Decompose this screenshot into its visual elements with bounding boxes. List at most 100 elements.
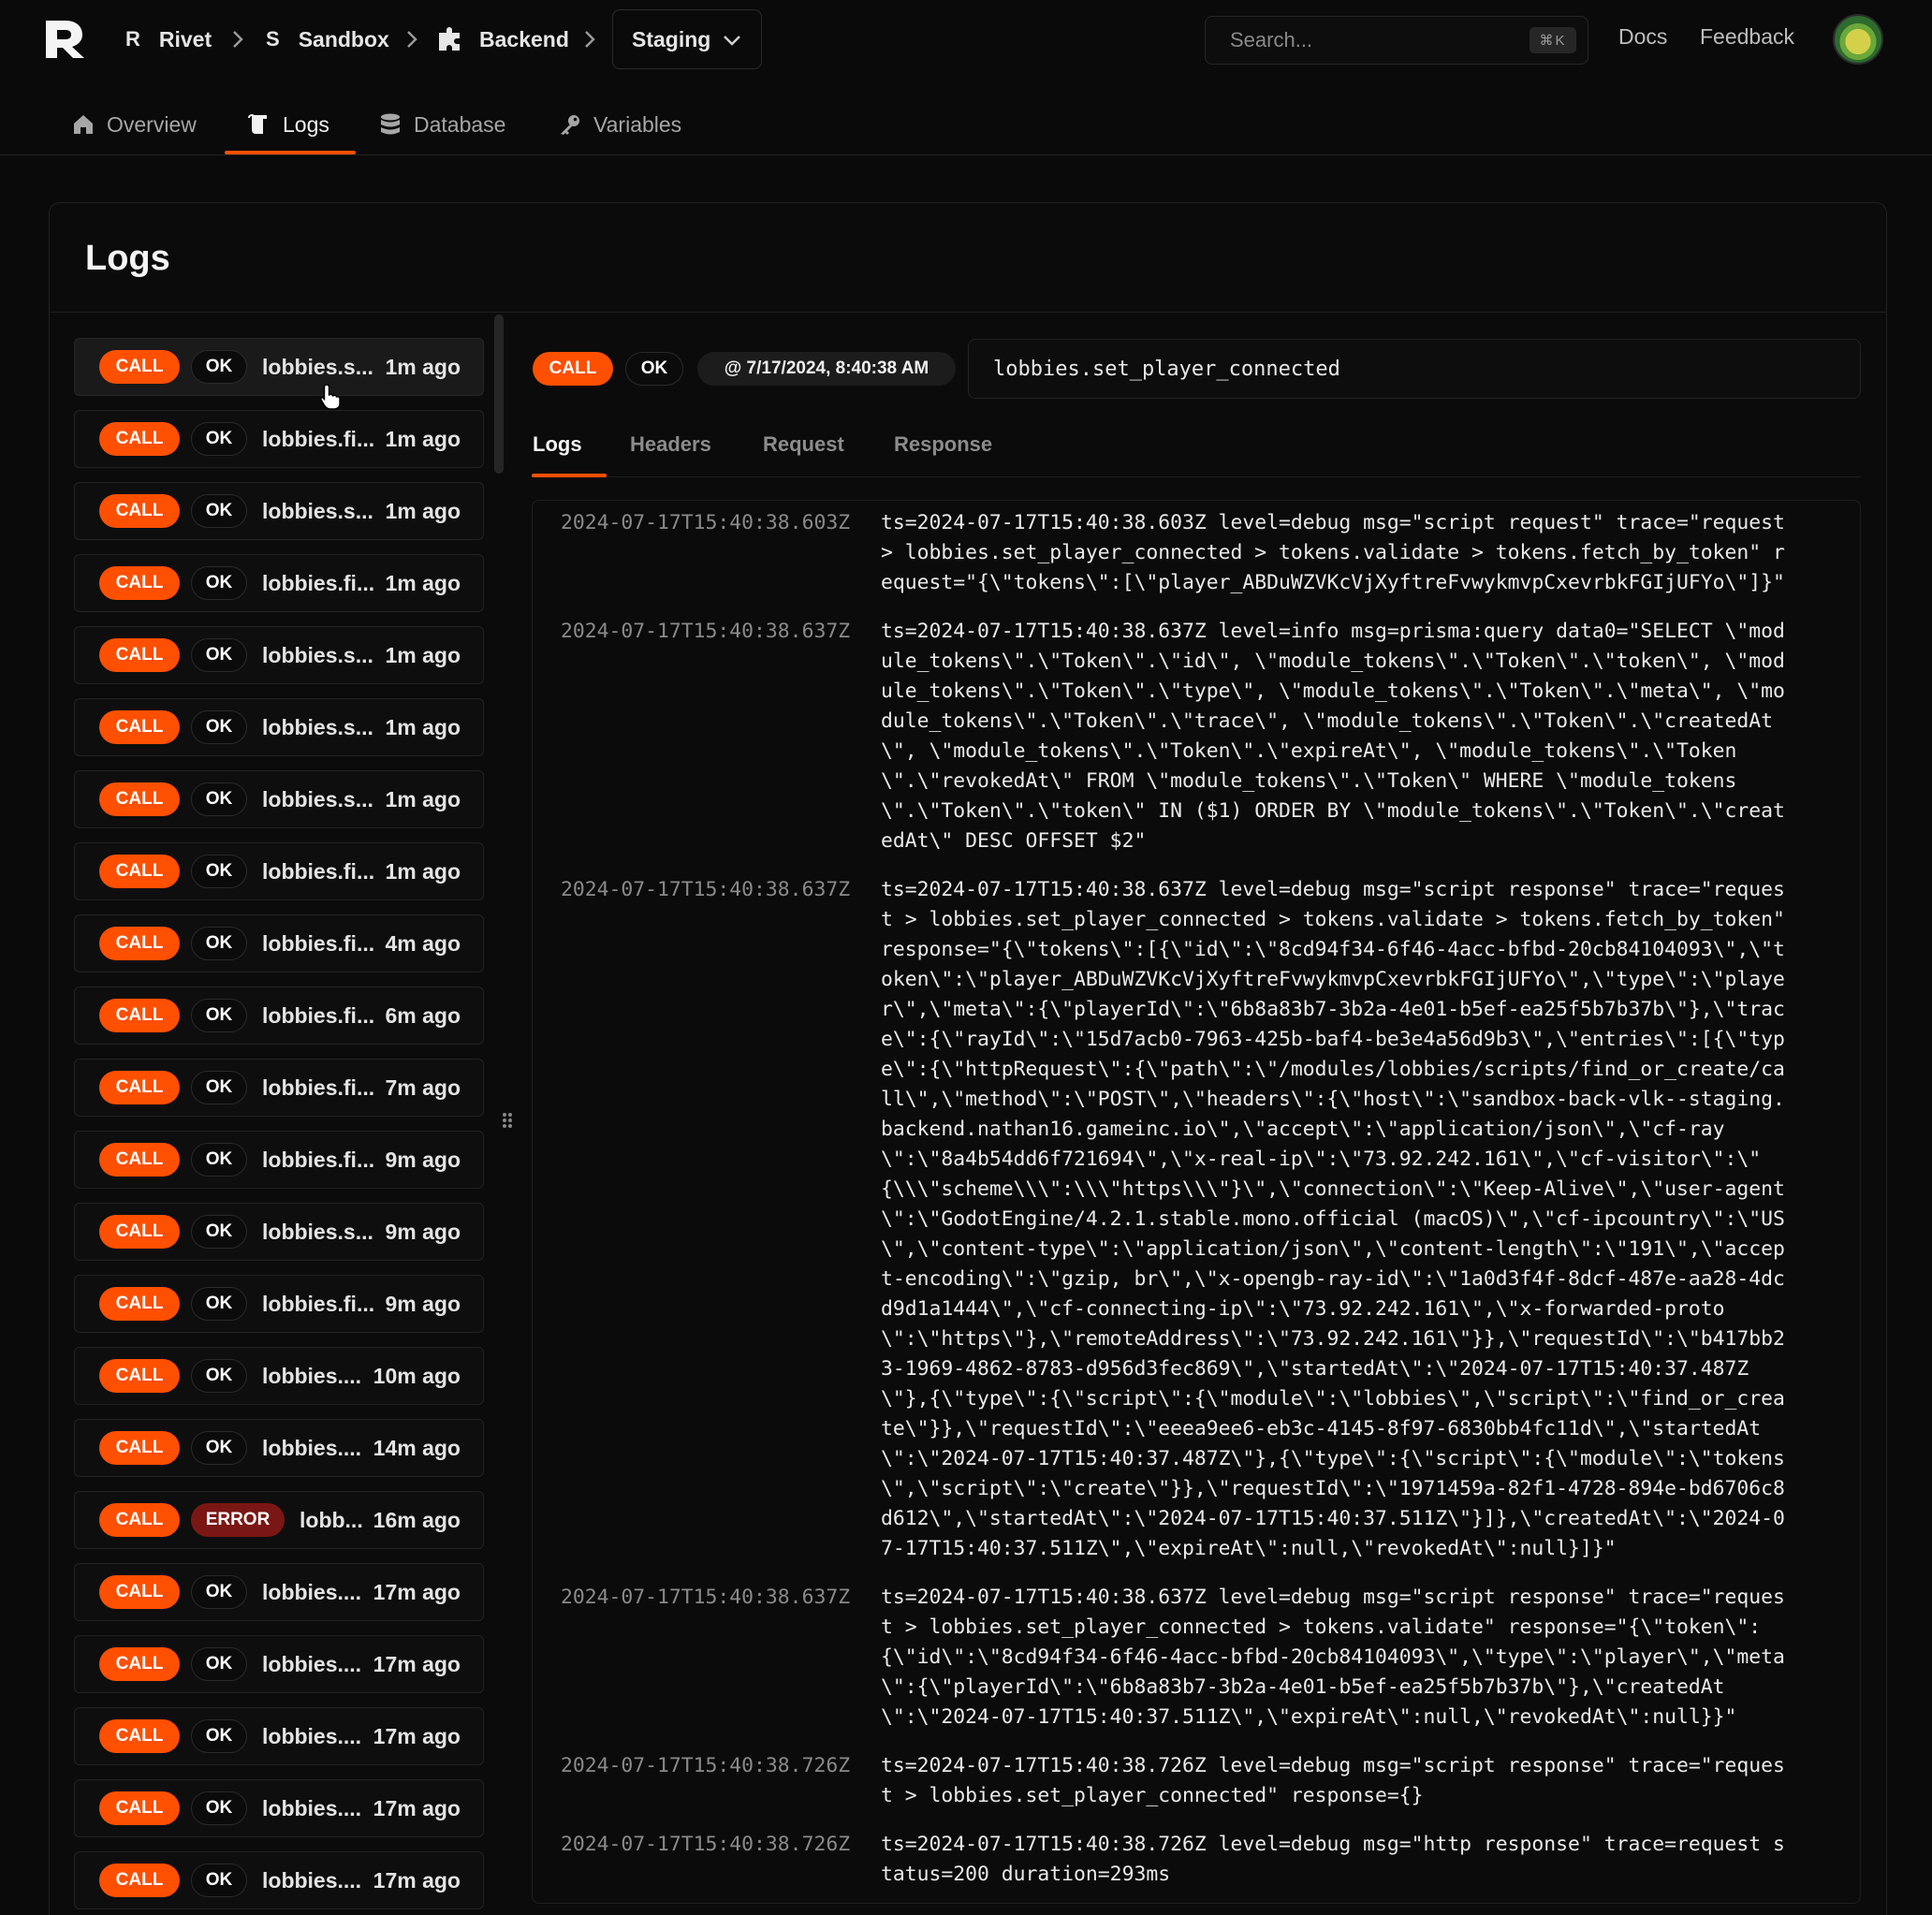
ok-badge: OK bbox=[191, 494, 247, 528]
list-scrollbar[interactable] bbox=[494, 314, 504, 474]
call-badge: CALL bbox=[99, 855, 180, 888]
log-message-line: oken\":\"player_ABDuWZVKcVjXyftreFvwykmv… bbox=[881, 968, 1785, 991]
log-function-name: lobbies.fi... bbox=[262, 858, 375, 884]
search-placeholder: Search... bbox=[1230, 28, 1313, 51]
log-list-item[interactable]: CALL OK lobbies.... 17m ago bbox=[74, 1635, 484, 1693]
log-list-item[interactable]: CALL OK lobbies.... 14m ago bbox=[74, 1419, 484, 1477]
log-message-line: {\"id\":\"8cd94f34-6f46-4acc-bfbd-20cb84… bbox=[881, 1645, 1785, 1669]
search-input[interactable]: Search... ⌘K bbox=[1205, 16, 1588, 65]
detail-timestamp-badge: @ 7/17/2024, 8:40:38 AM bbox=[697, 352, 956, 386]
ok-badge: OK bbox=[191, 422, 247, 456]
log-message-line: 7-17T15:40:37.511Z\",\"expireAt\":null,\… bbox=[881, 1537, 1617, 1560]
log-list-item[interactable]: CALL OK lobbies.... 17m ago bbox=[74, 1707, 484, 1765]
breadcrumb-org[interactable]: R Rivet bbox=[125, 21, 212, 58]
log-message-line: \"},{\"type\":{\"script\":{\"module\":\"… bbox=[881, 1387, 1785, 1411]
log-list-item[interactable]: CALL OK lobbies.... 17m ago bbox=[74, 1851, 484, 1909]
log-list-item[interactable]: CALL OK lobbies.fi... 6m ago bbox=[74, 987, 484, 1045]
tab-variables-label: Variables bbox=[593, 111, 682, 137]
log-message-line: \",\"script\":\"create\"}},\"requestId\"… bbox=[881, 1477, 1785, 1500]
log-time: 17m ago bbox=[373, 1795, 461, 1820]
log-list-item[interactable]: CALL OK lobbies.fi... 1m ago bbox=[74, 410, 484, 468]
log-list-item[interactable]: CALL OK lobbies.... 10m ago bbox=[74, 1347, 484, 1405]
log-entry-message: ts=2024-07-17T15:40:38.726Z level=debug … bbox=[881, 1830, 1836, 1890]
log-output[interactable]: 2024-07-17T15:40:38.603Z ts=2024-07-17T15… bbox=[532, 500, 1861, 1904]
breadcrumb-project[interactable]: S Sandbox bbox=[266, 21, 389, 58]
detail-type-badge: CALL bbox=[533, 352, 613, 386]
tab-detail-headers[interactable]: Headers bbox=[630, 432, 711, 457]
log-message-line: backend.nathan16.gameinc.io\",\"accept\"… bbox=[881, 1118, 1725, 1141]
log-message-line: \", \"module_tokens\".\"Token\".\"expire… bbox=[881, 739, 1737, 763]
ok-badge: OK bbox=[191, 1287, 247, 1321]
logs-icon bbox=[248, 114, 267, 134]
log-entry-message: ts=2024-07-17T15:40:38.637Z level=debug … bbox=[881, 875, 1836, 1564]
tab-variables[interactable]: Variables bbox=[558, 110, 681, 139]
log-list-item[interactable]: CALL ERROR lobb... 16m ago bbox=[74, 1491, 484, 1549]
ok-badge: OK bbox=[191, 1719, 247, 1753]
tab-detail-logs[interactable]: Logs bbox=[533, 432, 582, 457]
log-message-line: \":\"2024-07-17T15:40:37.487Z\"},{\"type… bbox=[881, 1447, 1785, 1470]
ok-badge: OK bbox=[191, 1864, 247, 1897]
log-list-item[interactable]: CALL OK lobbies.... 17m ago bbox=[74, 1779, 484, 1837]
log-message-line: ts=2024-07-17T15:40:38.726Z level=debug … bbox=[881, 1833, 1785, 1856]
log-function-name: lobbies.fi... bbox=[262, 1147, 375, 1172]
rivet-logo-icon[interactable] bbox=[43, 19, 88, 60]
tab-logs[interactable]: Logs bbox=[247, 110, 329, 139]
breadcrumb-backend[interactable]: Backend bbox=[436, 21, 569, 58]
tab-database[interactable]: Database bbox=[378, 110, 505, 139]
log-entry-timestamp: 2024-07-17T15:40:38.637Z bbox=[561, 878, 851, 901]
log-message-line: t-encoding\":\"gzip, br\",\"x-opengb-ray… bbox=[881, 1267, 1785, 1291]
log-function-name: lobbies.s... bbox=[262, 642, 373, 667]
log-function-name: lobbies.s... bbox=[262, 786, 373, 811]
log-message-line: e\":{\"httpRequest\":{\"path\":\"/module… bbox=[881, 1058, 1785, 1081]
call-badge: CALL bbox=[99, 782, 180, 816]
docs-link[interactable]: Docs bbox=[1618, 24, 1667, 50]
log-list-item[interactable]: CALL OK lobbies.fi... 1m ago bbox=[74, 554, 484, 612]
feedback-link[interactable]: Feedback bbox=[1700, 24, 1794, 50]
resize-handle-icon[interactable] bbox=[501, 1110, 514, 1131]
nav-tabs: Overview Logs Database Variables bbox=[0, 94, 1932, 155]
log-list-item[interactable]: CALL OK lobbies.fi... 1m ago bbox=[74, 842, 484, 900]
log-time: 17m ago bbox=[373, 1723, 461, 1748]
detail-function-name[interactable]: lobbies.set_player_connected bbox=[968, 339, 1861, 399]
log-list-item[interactable]: CALL OK lobbies.s... 9m ago bbox=[74, 1203, 484, 1261]
log-message-line: response="{\"tokens\":[{\"id\":\"8cd94f3… bbox=[881, 938, 1785, 961]
log-message-line: ts=2024-07-17T15:40:38.637Z level=debug … bbox=[881, 878, 1785, 901]
log-message-line: ll\",\"method\":\"POST\",\"headers\":{\"… bbox=[881, 1088, 1785, 1111]
log-list-item[interactable]: CALL OK lobbies.s... 1m ago bbox=[74, 338, 484, 396]
log-message-line: ule_tokens\".\"Token\".\"type\", \"modul… bbox=[881, 680, 1785, 703]
log-message-line: ts=2024-07-17T15:40:38.603Z level=debug … bbox=[881, 511, 1785, 534]
call-badge: CALL bbox=[99, 494, 180, 528]
log-message-line: edAt\" DESC OFFSET $2" bbox=[881, 829, 1147, 853]
log-list-item[interactable]: CALL OK lobbies.fi... 9m ago bbox=[74, 1131, 484, 1189]
chevron-down-icon bbox=[724, 36, 740, 46]
log-message-line: \".\"Token\".\"token\" IN ($1) ORDER BY … bbox=[881, 799, 1785, 823]
log-list[interactable]: CALL OK lobbies.s... 1m ago CALL OK lobbies.fi… bbox=[74, 338, 486, 1915]
log-list-item[interactable]: CALL OK lobbies.s... 1m ago bbox=[74, 482, 484, 540]
environment-select[interactable]: Staging bbox=[612, 9, 762, 69]
tab-logs-label: Logs bbox=[283, 111, 329, 137]
log-list-item[interactable]: CALL OK lobbies.s... 1m ago bbox=[74, 626, 484, 684]
log-message-line: te\"}},\"requestId\":\"eeea9ee6-eb3c-414… bbox=[881, 1417, 1762, 1440]
log-message-line: {\\\"scheme\\\":\\\"https\\\"}\",\"conne… bbox=[881, 1177, 1785, 1201]
log-list-item[interactable]: CALL OK lobbies.fi... 9m ago bbox=[74, 1275, 484, 1333]
log-time: 17m ago bbox=[373, 1651, 461, 1676]
log-list-item[interactable]: CALL OK lobbies.fi... 4m ago bbox=[74, 914, 484, 972]
avatar[interactable] bbox=[1833, 14, 1883, 65]
log-entry-timestamp: 2024-07-17T15:40:38.726Z bbox=[561, 1833, 851, 1856]
log-list-item[interactable]: CALL OK lobbies.s... 1m ago bbox=[74, 698, 484, 756]
log-time: 7m ago bbox=[385, 1074, 461, 1100]
log-message-line: equest="{\"tokens\":[\"player_ABDuWZVKcV… bbox=[881, 571, 1785, 594]
log-time: 1m ago bbox=[385, 858, 461, 884]
tab-detail-response[interactable]: Response bbox=[894, 432, 992, 457]
ok-badge: OK bbox=[191, 1143, 247, 1177]
log-message-line: t > lobbies.set_player_connected" respon… bbox=[881, 1784, 1424, 1807]
log-entry-timestamp: 2024-07-17T15:40:38.603Z bbox=[561, 511, 851, 534]
tab-detail-request[interactable]: Request bbox=[763, 432, 844, 457]
log-function-name: lobbies.fi... bbox=[262, 1291, 375, 1316]
log-list-item[interactable]: CALL OK lobbies.fi... 7m ago bbox=[74, 1059, 484, 1117]
log-message-line: \":\"8a4b54dd6f721694\",\"x-real-ip\":\"… bbox=[881, 1148, 1762, 1171]
log-list-item[interactable]: CALL OK lobbies.s... 1m ago bbox=[74, 770, 484, 828]
log-time: 9m ago bbox=[385, 1147, 461, 1172]
log-list-item[interactable]: CALL OK lobbies.... 17m ago bbox=[74, 1563, 484, 1621]
tab-overview[interactable]: Overview bbox=[71, 110, 197, 139]
